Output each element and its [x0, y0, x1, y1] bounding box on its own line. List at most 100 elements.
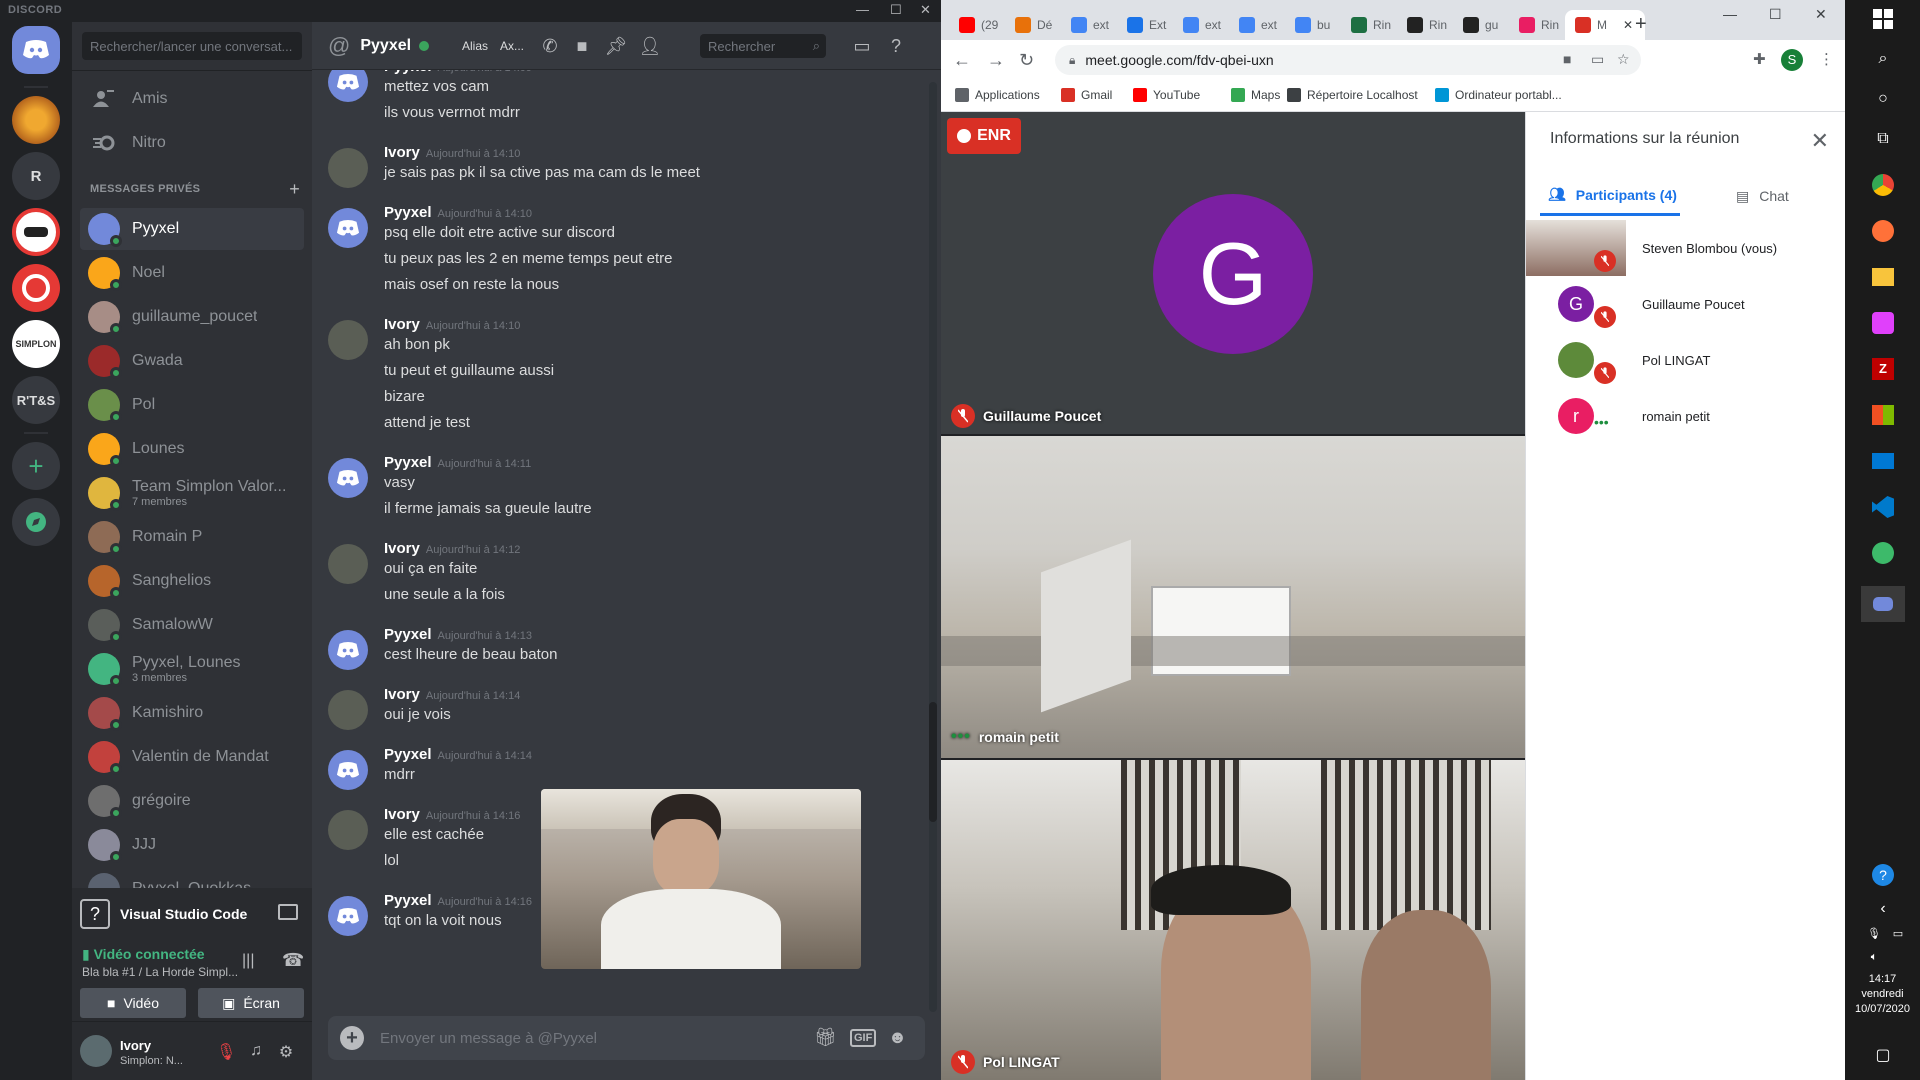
inbox-icon[interactable]: ▭ [850, 34, 874, 58]
video-preview[interactable] [541, 789, 861, 969]
avatar[interactable] [328, 458, 368, 498]
app-green-icon[interactable] [1870, 540, 1896, 566]
profile-avatar[interactable]: S [1781, 49, 1803, 71]
add-friend-icon[interactable]: 👤︎ [638, 34, 662, 58]
server-beer[interactable] [12, 96, 60, 144]
battery-icon[interactable]: ▭ [1885, 920, 1911, 946]
create-dm-icon[interactable]: + [289, 179, 300, 200]
server-red[interactable] [12, 264, 60, 312]
mail-icon[interactable] [1870, 448, 1896, 474]
forward-icon[interactable]: → [987, 50, 1005, 71]
menu-icon[interactable]: ⋮ [1819, 50, 1834, 68]
message-author[interactable]: Ivory Aujourd'hui à 14:14 [384, 686, 520, 703]
scrollbar[interactable] [929, 82, 937, 1012]
server-simplon[interactable]: SIMPLON [12, 320, 60, 368]
close-icon[interactable]: ✕ [1811, 128, 1829, 154]
browser-tab[interactable]: ext [1173, 10, 1229, 40]
bookmark-item[interactable]: Répertoire Localhost [1287, 88, 1418, 102]
url-input[interactable] [1085, 52, 1486, 68]
emoji-icon[interactable]: ☻ [888, 1027, 907, 1049]
close-icon[interactable]: ✕ [920, 2, 931, 18]
avatar[interactable] [328, 208, 368, 248]
message-author[interactable]: Ivory Aujourd'hui à 14:10 [384, 316, 520, 333]
extensions-icon[interactable]: ✚ [1753, 50, 1766, 68]
add-server-button[interactable]: + [12, 442, 60, 490]
alias-tag[interactable]: Alias [462, 39, 488, 53]
bookmark-star-icon[interactable]: ☆ [1617, 51, 1630, 68]
ax-tag[interactable]: Ax... [500, 39, 524, 53]
back-icon[interactable]: ← [953, 50, 971, 71]
cast-icon[interactable]: ▭ [1591, 51, 1604, 68]
message-author[interactable]: Ivory Aujourd'hui à 14:16 [384, 806, 520, 823]
avatar[interactable] [328, 630, 368, 670]
dm-item[interactable]: Pyyxel [80, 208, 304, 250]
video-tile-guillaume[interactable]: G ENR Guillaume Poucet [941, 112, 1525, 434]
browser-tab[interactable]: bu [1285, 10, 1341, 40]
dm-item[interactable]: Gwada [80, 340, 304, 382]
close-icon[interactable]: ✕ [1815, 6, 1827, 23]
browser-tab[interactable]: Rin [1397, 10, 1453, 40]
maximize-icon[interactable]: ☐ [1769, 6, 1782, 23]
message-author[interactable]: PyyxelAujourd'hui à 14:09 [384, 70, 532, 75]
chrome-icon[interactable] [1870, 172, 1896, 198]
minimize-icon[interactable]: — [1723, 6, 1737, 22]
search-icon[interactable]: ⌕ [1870, 46, 1896, 72]
system-clock[interactable]: 14:17 vendredi 10/07/2020 [1845, 972, 1920, 1017]
lock-icon[interactable]: 🔒︎ [1069, 53, 1075, 68]
home-button[interactable] [12, 26, 60, 74]
video-call-icon[interactable]: ■ [570, 34, 594, 58]
tab-chat[interactable]: ▤ Chat [1736, 176, 1789, 216]
message-input[interactable] [380, 1028, 780, 1048]
friends-nav[interactable]: Amis [80, 78, 304, 120]
app-pink-icon[interactable] [1870, 310, 1896, 336]
participant-row[interactable]: r ••• romain petit [1526, 388, 1846, 444]
help-circle-icon[interactable]: ? [1870, 862, 1896, 888]
participant-row[interactable]: Steven Blombou (vous) [1526, 220, 1846, 276]
dm-item[interactable]: Sanghelios [80, 560, 304, 602]
message-author[interactable]: Pyyxel Aujourd'hui à 14:11 [384, 454, 531, 471]
firefox-icon[interactable] [1870, 218, 1896, 244]
discord-taskbar-icon[interactable] [1861, 586, 1905, 622]
server-r[interactable]: R [12, 152, 60, 200]
avatar[interactable] [328, 148, 368, 188]
avatar[interactable] [328, 544, 368, 584]
dm-item[interactable]: Team Simplon Valor... 7 membres [80, 472, 304, 514]
browser-tab[interactable]: ext [1229, 10, 1285, 40]
message-author[interactable]: Ivory Aujourd'hui à 14:10 [384, 144, 520, 161]
dm-search-input[interactable]: Rechercher/lancer une conversat... [82, 32, 302, 60]
avatar[interactable] [328, 690, 368, 730]
volume-icon[interactable]: 🔈︎ [1861, 944, 1887, 970]
voice-channel[interactable]: Bla bla #1 / La Horde Simpl... [82, 965, 238, 979]
avatar[interactable] [328, 896, 368, 936]
camera-permission-icon[interactable]: ■ [1563, 51, 1571, 67]
avatar[interactable] [328, 750, 368, 790]
minimize-icon[interactable]: — [856, 2, 869, 17]
chevron-left-icon[interactable]: ‹ [1870, 896, 1896, 922]
vscode-icon[interactable] [1870, 494, 1896, 520]
stream-icon[interactable] [278, 904, 298, 920]
help-icon[interactable]: ? [884, 34, 908, 58]
bookmark-item[interactable]: Ordinateur portabl... [1435, 88, 1562, 102]
mic-tray-icon[interactable]: 🎙︎ [1861, 920, 1887, 946]
mute-icon[interactable]: 🎙︎ [216, 1042, 236, 1062]
explore-button[interactable] [12, 498, 60, 546]
dm-item[interactable]: JJJ [80, 824, 304, 866]
task-view-icon[interactable]: ⧉ [1870, 126, 1896, 152]
video-tile-romain[interactable]: ••• romain petit [941, 436, 1525, 758]
browser-tab[interactable]: (29 [949, 10, 1005, 40]
bookmark-item[interactable]: Applications [955, 88, 1040, 102]
sound-settings-icon[interactable]: ||| [242, 952, 254, 970]
server-rts[interactable]: R'T&S [12, 376, 60, 424]
tab-participants[interactable]: 👥︎ Participants (4) [1540, 176, 1680, 216]
upload-icon[interactable]: + [340, 1026, 364, 1050]
dm-item[interactable]: Valentin de Mandat [80, 736, 304, 778]
participant-row[interactable]: G Guillaume Poucet [1526, 276, 1846, 332]
browser-tab[interactable]: Rin [1509, 10, 1565, 40]
message-author[interactable]: Pyyxel Aujourd'hui à 14:13 [384, 626, 532, 643]
message-author[interactable]: Pyyxel Aujourd'hui à 14:14 [384, 746, 532, 763]
close-tab-icon[interactable]: ✕ [1623, 18, 1633, 32]
bookmark-item[interactable]: Gmail [1061, 88, 1112, 102]
file-explorer-icon[interactable] [1870, 264, 1896, 290]
browser-tab[interactable]: Dé [1005, 10, 1061, 40]
disconnect-icon[interactable]: ☎ [282, 950, 304, 971]
